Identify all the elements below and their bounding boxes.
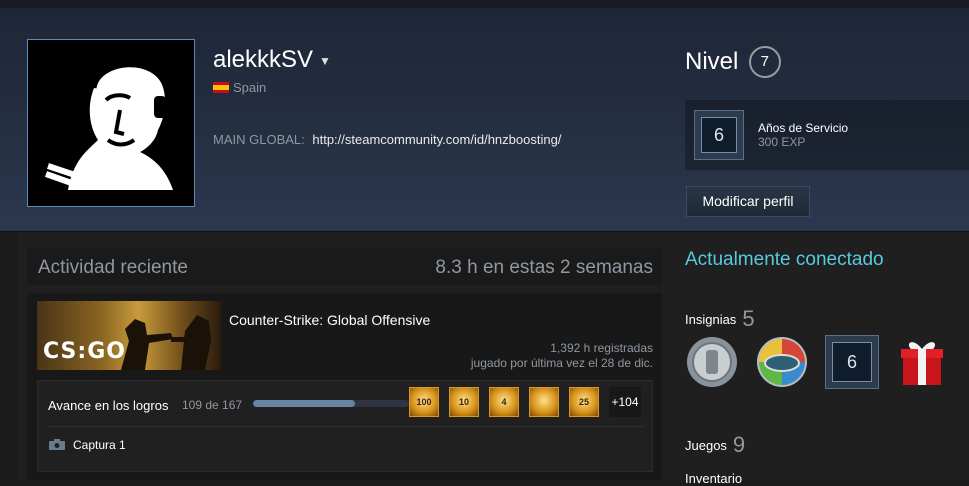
badges-label: Insignias — [685, 312, 737, 327]
coin-badge-icon[interactable] — [685, 335, 739, 389]
achievement-icon[interactable]: 4 — [489, 387, 519, 417]
achievement-progress-bar — [253, 400, 409, 407]
badge-number: 6 — [832, 342, 872, 382]
camera-icon — [49, 439, 65, 450]
badge-number: 6 — [701, 117, 737, 153]
profile-username[interactable]: alekkkSV ▼ — [213, 46, 331, 74]
level-display: Nivel 7 — [685, 46, 781, 78]
badges-row: 6 — [685, 335, 955, 391]
recent-activity-title: Actividad reciente — [38, 257, 188, 278]
summary-label: MAIN GLOBAL: — [213, 132, 305, 147]
achievement-icon[interactable]: 10 — [449, 387, 479, 417]
years-of-service-badge-icon[interactable]: 6 — [825, 335, 879, 389]
online-status: Actualmente conectado — [685, 249, 884, 270]
avatar[interactable] — [27, 39, 195, 207]
level-badge[interactable]: 7 — [748, 46, 781, 78]
badge-name: Años de Servicio — [758, 121, 849, 135]
badges-count: 5 — [742, 306, 755, 331]
achievement-icon[interactable] — [529, 387, 559, 417]
achievement-progress: Avance en los logros 109 de 167 100 10 4… — [37, 380, 653, 472]
game-name-link[interactable]: Counter-Strike: Global Offensive — [229, 312, 430, 328]
achievement-progress-fill — [253, 400, 355, 407]
gift-badge-icon[interactable] — [895, 335, 949, 389]
recent-game: CS:GO Counter-Strike: Global Offensive 1… — [27, 293, 662, 480]
summary-link[interactable]: http://steamcommunity.com/id/hnzboosting… — [312, 132, 561, 147]
username-text: alekkkSV — [213, 46, 314, 73]
recent-activity-header: Actividad reciente 8.3 h en estas 2 sema… — [27, 248, 662, 285]
top-bar — [0, 0, 969, 8]
country-text: Spain — [233, 80, 267, 95]
inventory-link[interactable]: Inventario — [685, 471, 742, 486]
badge-xp: 300 EXP — [758, 135, 806, 149]
recent-activity-hours: 8.3 h en estas 2 semanas — [435, 257, 653, 278]
years-of-service-icon: 6 — [694, 110, 744, 160]
level-label: Nivel — [685, 48, 739, 75]
screenshot-label: Captura 1 — [73, 438, 126, 452]
game-hours: 1,392 h registradas — [550, 341, 653, 355]
badges-heading[interactable]: Insignias 5 — [685, 306, 755, 332]
spain-flag-icon — [213, 82, 229, 93]
favorite-badge[interactable]: 6 Años de Servicio 300 EXP — [685, 100, 969, 170]
game-capsule[interactable]: CS:GO — [37, 301, 221, 370]
achievement-label[interactable]: Avance en los logros — [48, 398, 168, 413]
games-count: 9 — [732, 432, 746, 457]
games-label: Juegos — [685, 438, 727, 453]
achievement-icon[interactable]: 100 — [409, 387, 439, 417]
screenshot-link[interactable]: Captura 1 — [49, 438, 126, 452]
avatar-image — [28, 40, 194, 206]
games-heading[interactable]: Juegos 9 — [685, 432, 745, 458]
multicolor-badge-icon[interactable] — [755, 335, 809, 389]
more-achievements-button[interactable]: +104 — [609, 387, 641, 417]
achievement-icon[interactable]: 25 — [569, 387, 599, 417]
achievement-count: 109 de 167 — [182, 398, 243, 412]
profile-summary: MAIN GLOBAL: http://steamcommunity.com/i… — [213, 132, 561, 147]
chevron-down-icon[interactable]: ▼ — [319, 54, 331, 68]
edit-profile-button[interactable]: Modificar perfil — [686, 186, 810, 217]
profile-country: Spain — [213, 80, 266, 95]
profile-header: alekkkSV ▼ Spain MAIN GLOBAL: http://stea… — [0, 8, 969, 232]
csgo-logo: CS:GO — [43, 339, 126, 364]
game-last-played: jugado por última vez el 28 de dic. — [470, 356, 653, 370]
divider — [46, 426, 644, 427]
